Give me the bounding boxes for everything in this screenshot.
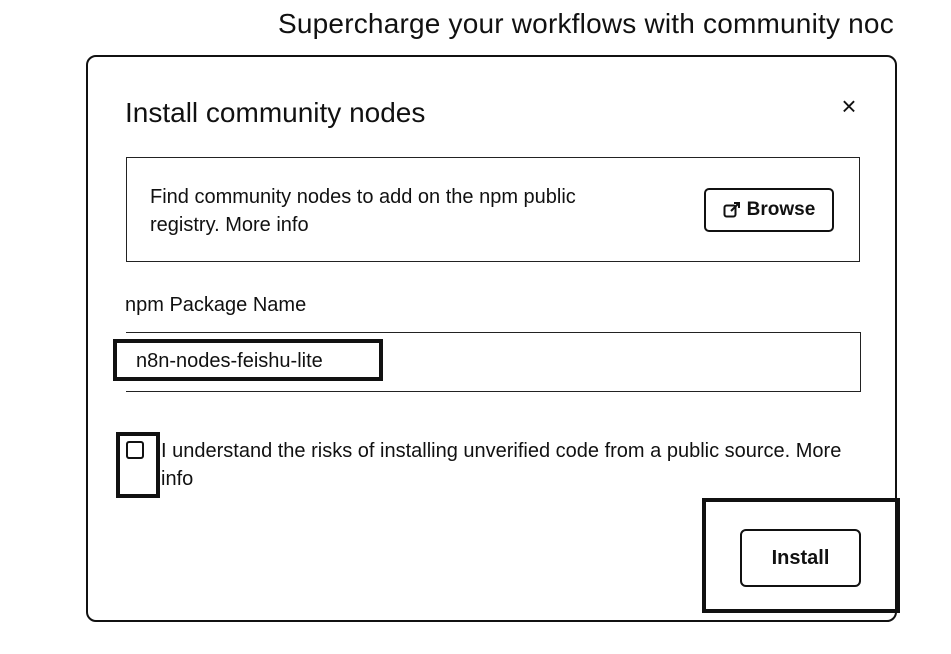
external-link-icon [723, 201, 741, 219]
risk-consent-text: I understand the risks of installing unv… [161, 440, 842, 490]
background-heading: Supercharge your workflows with communit… [278, 8, 894, 39]
close-icon[interactable]: × [836, 93, 862, 119]
risk-consent-checkbox[interactable] [126, 441, 144, 459]
browse-button[interactable]: Browse [704, 188, 834, 232]
package-name-label: npm Package Name [125, 294, 307, 316]
info-box: Find community nodes to add on the npm p… [126, 157, 860, 262]
info-text: Find community nodes to add on the npm p… [150, 186, 576, 236]
browse-label: Browse [746, 199, 816, 220]
dialog-title: Install community nodes [125, 97, 426, 128]
install-community-nodes-dialog: Install community nodes × Find community… [86, 55, 900, 622]
page: Supercharge your workflows with communit… [0, 0, 951, 654]
install-button[interactable]: Install [740, 529, 861, 587]
package-name-input[interactable]: n8n-nodes-feishu-lite [113, 332, 861, 392]
package-name-value: n8n-nodes-feishu-lite [136, 350, 323, 372]
